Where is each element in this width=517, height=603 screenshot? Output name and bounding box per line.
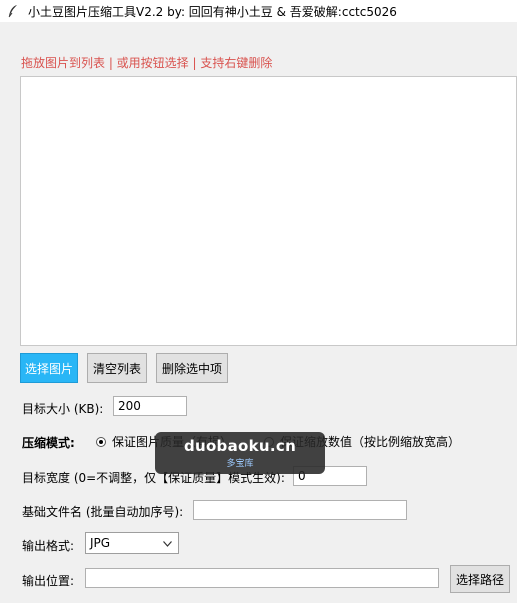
base-filename-label: 基础文件名 (批量自动加序号): [22, 505, 184, 519]
window-title: 小土豆图片压缩工具V2.2 by: 回回有神小土豆 & 吾爱破解:cctc502… [28, 4, 397, 19]
title-bar: 小土豆图片压缩工具V2.2 by: 回回有神小土豆 & 吾爱破解:cctc502… [0, 0, 517, 22]
feather-icon [6, 4, 20, 18]
image-list[interactable] [20, 76, 517, 346]
clear-list-button[interactable]: 清空列表 [87, 353, 147, 383]
output-format-label: 输出格式: [22, 539, 75, 553]
output-location-label: 输出位置: [22, 574, 75, 588]
chevron-down-icon [163, 536, 172, 550]
output-format-value: JPG [90, 536, 111, 550]
radio-selected-icon [96, 436, 106, 447]
watermark-text: duobaoku.cn [183, 437, 297, 455]
base-filename-input[interactable] [193, 500, 407, 520]
watermark-overlay: duobaoku.cn 多宝库 [155, 432, 325, 474]
output-location-input[interactable] [85, 568, 439, 588]
usage-hint: 拖放图片到列表 | 或用按钮选择 | 支持右键删除 [21, 56, 273, 70]
choose-path-button[interactable]: 选择路径 [450, 565, 510, 593]
target-size-input[interactable]: 200 [113, 396, 187, 416]
watermark-subtext: 多宝库 [226, 459, 254, 469]
select-images-button[interactable]: 选择图片 [20, 353, 78, 383]
compression-mode-label: 压缩模式: [22, 436, 75, 450]
output-format-select[interactable]: JPG [85, 532, 179, 554]
target-size-label: 目标大小 (KB): [22, 402, 104, 416]
delete-selected-button[interactable]: 删除选中项 [156, 353, 228, 383]
